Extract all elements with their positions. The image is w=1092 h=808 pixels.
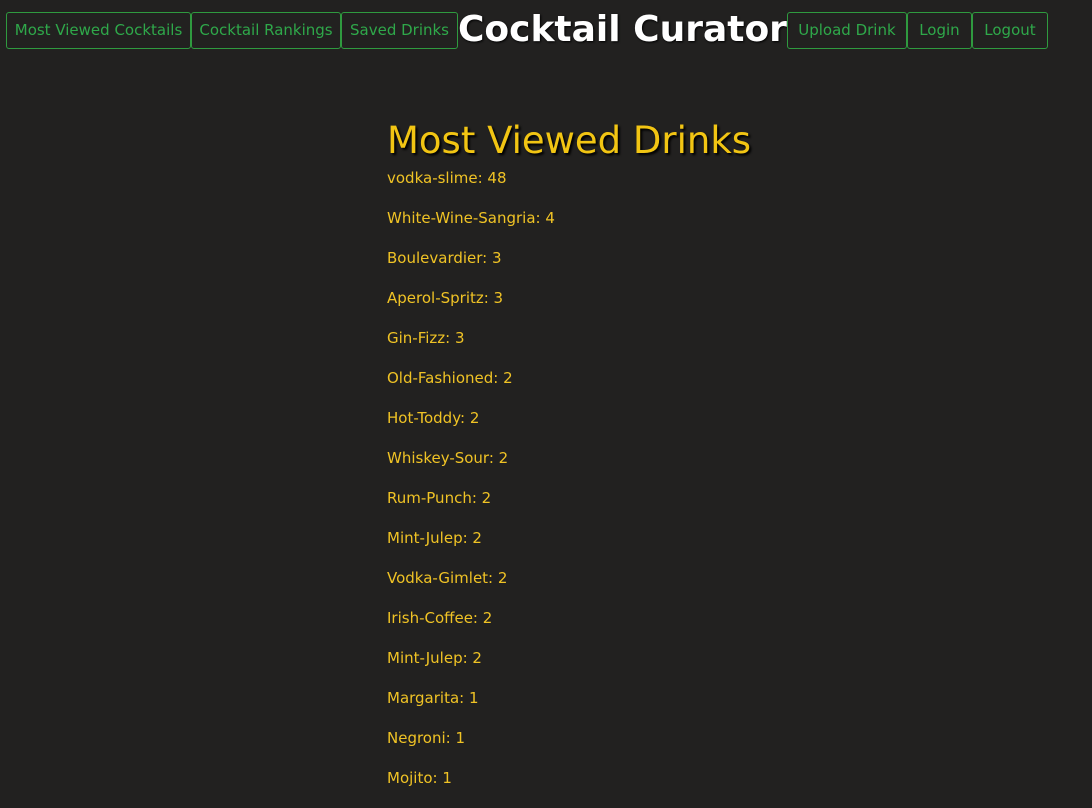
- drink-list-item: Aperol-Spritz: 3: [387, 289, 504, 307]
- nav-login-button[interactable]: Login: [906, 11, 972, 49]
- drink-list-item: Mint-Julep: 2: [387, 529, 482, 547]
- drink-list-item: Gin-Fizz: 3: [387, 329, 465, 347]
- drink-list-item: vodka-slime: 48: [387, 169, 507, 187]
- drink-list-item: Whiskey-Sour: 2: [387, 449, 509, 467]
- nav-upload-drink-button[interactable]: Upload Drink: [786, 11, 907, 49]
- drink-list-item: Mojito: 1: [387, 769, 452, 787]
- drink-list: vodka-slime: 48 White-Wine-Sangria: 4 Boul…: [387, 168, 751, 788]
- drink-list-item: White-Wine-Sangria: 4: [387, 209, 555, 227]
- drink-list-item: Margarita: 1: [387, 689, 479, 707]
- nav-cocktail-rankings-button[interactable]: Cocktail Rankings: [191, 11, 341, 49]
- drink-list-item: Negroni: 1: [387, 729, 466, 747]
- drink-list-item: Vodka-Gimlet: 2: [387, 569, 508, 587]
- site-title: Cocktail Curator: [458, 9, 787, 50]
- top-navigation-bar: Most Viewed Cocktails Cocktail Rankings …: [6, 11, 1048, 49]
- main-content: Most Viewed Drinks vodka-slime: 48 White-…: [387, 118, 751, 808]
- nav-most-viewed-cocktails-button[interactable]: Most Viewed Cocktails: [6, 11, 191, 49]
- drink-list-item: Hot-Toddy: 2: [387, 409, 480, 427]
- drink-list-item: Irish-Coffee: 2: [387, 609, 493, 627]
- nav-logout-button[interactable]: Logout: [971, 11, 1048, 49]
- drink-list-item: Boulevardier: 3: [387, 249, 502, 267]
- nav-saved-drinks-button[interactable]: Saved Drinks: [341, 11, 458, 49]
- page-heading: Most Viewed Drinks: [387, 119, 752, 162]
- drink-list-item: Rum-Punch: 2: [387, 489, 492, 507]
- drink-list-item: Mint-Julep: 2: [387, 649, 482, 667]
- drink-list-item: Old-Fashioned: 2: [387, 369, 513, 387]
